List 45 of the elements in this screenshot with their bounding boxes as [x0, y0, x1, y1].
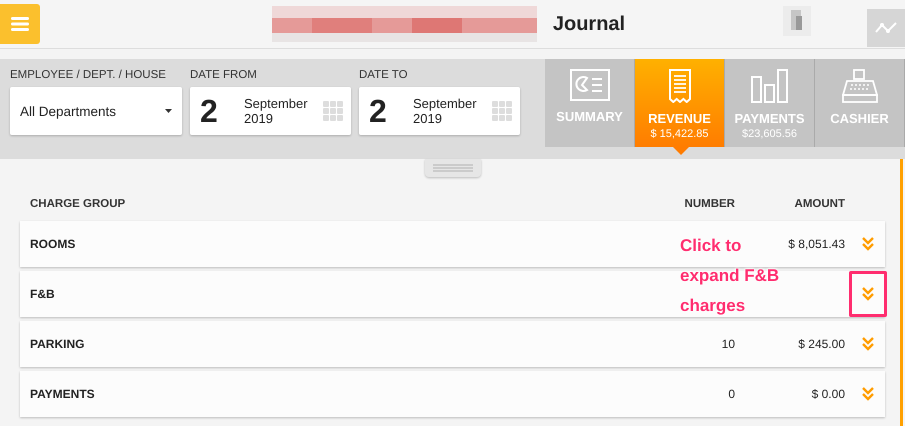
report-tab[interactable]: SUMMARY [545, 59, 635, 147]
chart-button[interactable] [867, 9, 905, 47]
annotation-text: Click to expand F&B charges [680, 235, 780, 317]
date-picker[interactable]: 2 September 2019 [359, 87, 520, 135]
charge-group-name: F&B [30, 287, 56, 301]
charge-group-name: PAYMENTS [30, 387, 96, 401]
table-cell: $ 245.00 [798, 337, 845, 351]
table-cell: 0 [728, 387, 735, 401]
menu-button[interactable] [0, 4, 40, 44]
report-tab[interactable]: CASHIER [815, 59, 905, 147]
menu-icon [11, 16, 29, 32]
charge-group-name: ROOMS [30, 237, 76, 251]
field-label: DATE TO [359, 69, 409, 81]
calendar-grid-icon [492, 101, 512, 121]
table-cell: $ 8,051.43 [788, 237, 845, 251]
report-tab[interactable]: PAYMENTS $23,605.56 [725, 59, 815, 147]
charge-group-name: PARKING [30, 337, 86, 351]
table-cell: $ 0.00 [812, 387, 845, 401]
dropdown-caret-icon [165, 109, 172, 113]
column-header: NUMBER [684, 198, 735, 210]
date-day: 2 [200, 92, 244, 130]
page-title: Journal [552, 12, 626, 36]
field-label: DATE FROM [190, 69, 258, 81]
date-day: 2 [369, 92, 413, 130]
date-picker[interactable]: 2 September 2019 [190, 87, 351, 135]
double-chevron-down-icon [862, 237, 874, 251]
calendar-grid-icon [323, 101, 343, 121]
column-header: AMOUNT [794, 198, 845, 210]
receipt-icon [668, 69, 692, 103]
date-month-year: September 2019 [413, 96, 477, 126]
field-label: EMPLOYEE / DEPT. / HOUSE [10, 69, 167, 81]
department-select[interactable]: All Departments [10, 87, 182, 135]
drag-handle[interactable] [424, 159, 480, 177]
date-month-year: September 2019 [244, 96, 308, 126]
pie-report-icon [570, 69, 610, 101]
double-chevron-down-icon [862, 287, 874, 301]
cash-register-icon [842, 69, 878, 103]
grip-icon [432, 164, 472, 172]
line-chart-icon [875, 21, 897, 35]
table-cell: 10 [722, 337, 735, 351]
expand-button[interactable] [849, 271, 887, 317]
bar-chart-icon [750, 69, 790, 103]
double-chevron-down-icon [862, 337, 874, 351]
double-chevron-down-icon [862, 387, 874, 401]
column-header: CHARGE GROUP [30, 198, 126, 210]
